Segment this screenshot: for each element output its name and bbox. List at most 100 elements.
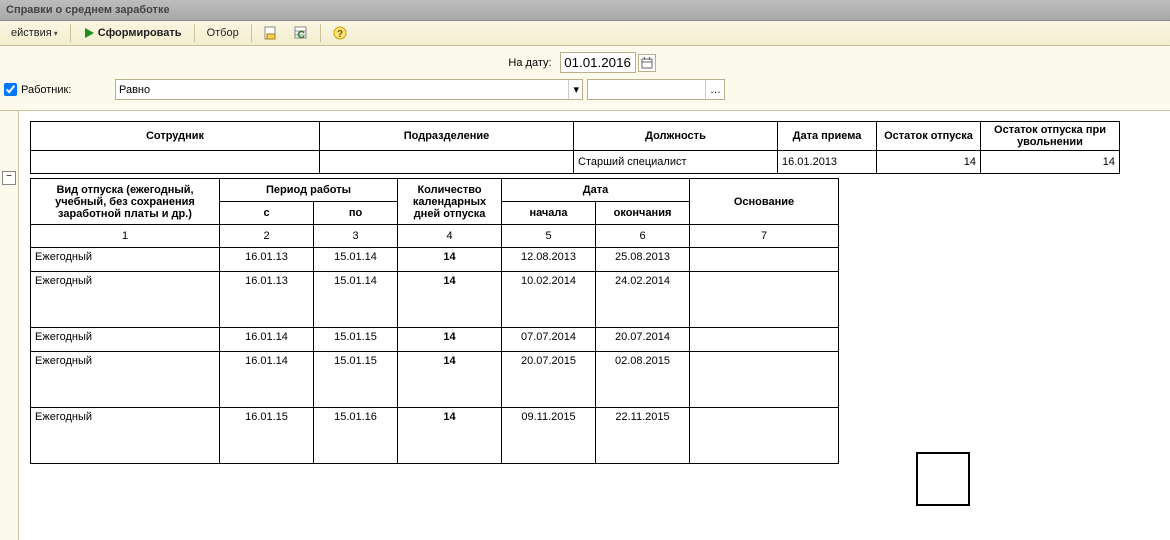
- detail-row[interactable]: Ежегодный16.01.1315.01.141410.02.201424.…: [31, 272, 839, 328]
- detail-row[interactable]: Ежегодный16.01.1315.01.141412.08.201325.…: [31, 248, 839, 272]
- calendar-icon[interactable]: [638, 54, 656, 72]
- colnum: 5: [502, 225, 596, 248]
- colnum: 3: [314, 225, 398, 248]
- cell-to: 15.01.16: [314, 408, 398, 464]
- cell-from: 16.01.14: [220, 352, 314, 408]
- cell-basis: [690, 408, 839, 464]
- th-employee: Сотрудник: [31, 122, 320, 151]
- cell-days: 14: [398, 352, 502, 408]
- th-start: начала: [502, 202, 596, 225]
- cell-end: 22.11.2015: [596, 408, 690, 464]
- grid-refresh-icon: [294, 26, 308, 40]
- cell-kind: Ежегодный: [31, 272, 220, 328]
- help-button[interactable]: ?: [326, 23, 354, 43]
- detail-row[interactable]: Ежегодный16.01.1415.01.151407.07.201420.…: [31, 328, 839, 352]
- th-period: Период работы: [220, 179, 398, 202]
- colnum: 7: [690, 225, 839, 248]
- toolbar: ействия▾ Сформировать Отбор ?: [0, 21, 1170, 46]
- cell-employee: [31, 151, 320, 174]
- separator: [70, 24, 71, 42]
- cell-position: Старший специалист: [574, 151, 778, 174]
- th-basis: Основание: [690, 179, 839, 225]
- cell-end: 02.08.2015: [596, 352, 690, 408]
- worker-select[interactable]: …: [587, 79, 725, 100]
- summary-row[interactable]: Старший специалист 16.01.2013 14 14: [31, 151, 1120, 174]
- detail-row[interactable]: Ежегодный16.01.1415.01.151420.07.201502.…: [31, 352, 839, 408]
- compare-select[interactable]: Равно ▾: [115, 79, 583, 100]
- cell-days: 14: [398, 272, 502, 328]
- actions-label: ействия: [11, 27, 52, 39]
- th-to: по: [314, 202, 398, 225]
- cell-end: 24.02.2014: [596, 272, 690, 328]
- th-position: Должность: [574, 122, 778, 151]
- cell-from: 16.01.15: [220, 408, 314, 464]
- th-remainder: Остаток отпуска: [877, 122, 981, 151]
- date-input[interactable]: [560, 52, 636, 73]
- cell-basis: [690, 328, 839, 352]
- cell-remainder-fire: 14: [981, 151, 1120, 174]
- outline-gutter: −: [0, 111, 19, 540]
- worker-checkbox[interactable]: [4, 83, 17, 96]
- tool-button-2[interactable]: [287, 23, 315, 43]
- cell-start: 12.08.2013: [502, 248, 596, 272]
- cell-to: 15.01.14: [314, 248, 398, 272]
- colnum: 2: [220, 225, 314, 248]
- dropdown-icon: ▾: [568, 80, 579, 99]
- cell-hire: 16.01.2013: [778, 151, 877, 174]
- actions-menu-button[interactable]: ействия▾: [4, 23, 65, 43]
- ellipsis-icon: …: [705, 80, 721, 99]
- worker-label: Работник:: [21, 84, 107, 96]
- selection-box: [916, 452, 970, 506]
- sheet-icon: [264, 26, 278, 40]
- collapse-toggle[interactable]: −: [2, 171, 16, 185]
- th-date: Дата: [502, 179, 690, 202]
- compare-value: Равно: [119, 84, 150, 96]
- cell-kind: Ежегодный: [31, 408, 220, 464]
- cell-to: 15.01.15: [314, 352, 398, 408]
- summary-table: Сотрудник Подразделение Должность Дата п…: [30, 121, 1120, 174]
- cell-kind: Ежегодный: [31, 352, 220, 408]
- th-kind: Вид отпуска (ежегодный, учебный, без сох…: [31, 179, 220, 225]
- th-hire-date: Дата приема: [778, 122, 877, 151]
- filter-button[interactable]: Отбор: [200, 23, 246, 43]
- filter-panel: На дату: Работник: Равно ▾ …: [0, 46, 1170, 110]
- cell-basis: [690, 248, 839, 272]
- cell-to: 15.01.15: [314, 328, 398, 352]
- cell-start: 20.07.2015: [502, 352, 596, 408]
- cell-basis: [690, 352, 839, 408]
- cell-basis: [690, 272, 839, 328]
- detail-row[interactable]: Ежегодный16.01.1515.01.161409.11.201522.…: [31, 408, 839, 464]
- colnum: 4: [398, 225, 502, 248]
- th-end: окончания: [596, 202, 690, 225]
- cell-days: 14: [398, 408, 502, 464]
- detail-table: Вид отпуска (ежегодный, учебный, без сох…: [30, 178, 839, 464]
- cell-end: 20.07.2014: [596, 328, 690, 352]
- play-icon: [83, 27, 95, 39]
- svg-text:?: ?: [337, 29, 343, 40]
- cell-from: 16.01.14: [220, 328, 314, 352]
- date-label: На дату:: [508, 57, 551, 69]
- th-department: Подразделение: [320, 122, 574, 151]
- th-from: с: [220, 202, 314, 225]
- form-button[interactable]: Сформировать: [76, 23, 189, 43]
- window-title: Справки о среднем заработке: [0, 0, 1170, 21]
- tool-button-1[interactable]: [257, 23, 285, 43]
- separator: [251, 24, 252, 42]
- th-days: Количество календарных дней отпуска: [398, 179, 502, 225]
- dropdown-icon: ▾: [54, 29, 58, 38]
- cell-department: [320, 151, 574, 174]
- colnum: 6: [596, 225, 690, 248]
- cell-days: 14: [398, 248, 502, 272]
- separator: [320, 24, 321, 42]
- cell-end: 25.08.2013: [596, 248, 690, 272]
- help-icon: ?: [333, 26, 347, 40]
- cell-to: 15.01.14: [314, 272, 398, 328]
- cell-kind: Ежегодный: [31, 328, 220, 352]
- report-area: − Сотрудник Подразделение Должность Дата…: [0, 110, 1170, 540]
- cell-remainder: 14: [877, 151, 981, 174]
- cell-kind: Ежегодный: [31, 248, 220, 272]
- th-remainder-fire: Остаток отпуска при увольнении: [981, 122, 1120, 151]
- form-label: Сформировать: [98, 27, 182, 39]
- separator: [194, 24, 195, 42]
- cell-days: 14: [398, 328, 502, 352]
